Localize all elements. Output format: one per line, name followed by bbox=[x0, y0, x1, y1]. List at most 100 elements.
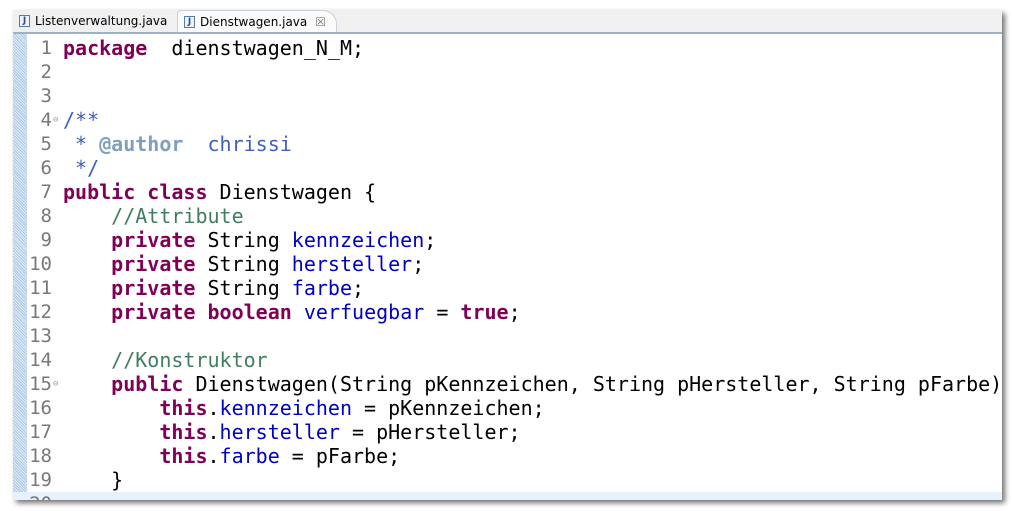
token-field: hersteller bbox=[291, 252, 413, 276]
code-line[interactable]: 5 * @author chrissi bbox=[13, 132, 1002, 156]
code-line[interactable]: 3 bbox=[13, 84, 1002, 108]
line-number: 11 bbox=[29, 277, 52, 299]
close-tab-icon[interactable]: ☒ bbox=[315, 15, 326, 29]
code-line[interactable]: 10 private String hersteller; bbox=[13, 252, 1002, 276]
editor-tab-bar: J Listenverwaltung.java J Dienstwagen.ja… bbox=[13, 10, 1002, 34]
tab-listenverwaltung[interactable]: J Listenverwaltung.java bbox=[13, 10, 173, 32]
token: = pFarbe; bbox=[279, 444, 401, 468]
code-text: */ bbox=[63, 156, 99, 180]
code-line[interactable]: 12 private boolean verfuegbar = true; bbox=[13, 300, 1002, 324]
token-field: kennzeichen bbox=[291, 228, 425, 252]
token-kw: private bbox=[111, 300, 196, 324]
line-number: 13 bbox=[29, 325, 52, 347]
token-kw: package bbox=[63, 36, 148, 60]
token-tag: @author bbox=[99, 132, 184, 156]
line-number: 15 bbox=[29, 373, 52, 395]
code-line[interactable]: 14 //Konstruktor bbox=[13, 348, 1002, 372]
line-number: 20 bbox=[27, 493, 52, 500]
token: ; bbox=[352, 276, 365, 300]
code-line[interactable]: 20 bbox=[13, 492, 1002, 500]
code-line[interactable]: 19 } bbox=[13, 468, 1002, 492]
code-text: this.hersteller = pHersteller; bbox=[63, 420, 521, 444]
token-field: kennzeichen bbox=[219, 396, 352, 420]
token-kw: public bbox=[111, 372, 184, 396]
token: . bbox=[207, 396, 220, 420]
code-text: } bbox=[63, 468, 123, 492]
code-line[interactable]: 2 bbox=[13, 60, 1002, 84]
line-number: 4 bbox=[40, 109, 52, 131]
fold-collapse-icon[interactable]: ⊖ bbox=[53, 379, 58, 389]
code-line[interactable]: 11 private String farbe; bbox=[13, 276, 1002, 300]
token: = pKennzeichen; bbox=[352, 396, 545, 420]
line-number: 12 bbox=[29, 301, 52, 323]
token: = pHersteller; bbox=[339, 420, 521, 444]
line-number: 8 bbox=[40, 205, 52, 227]
code-editor[interactable]: 1 package dienstwagen_N_M; 2 3 4 ⊖/** 5 * @aut… bbox=[13, 34, 1002, 500]
token: String bbox=[195, 276, 292, 300]
line-number: 10 bbox=[29, 253, 52, 275]
code-line[interactable]: 9 private String kennzeichen; bbox=[13, 228, 1002, 252]
token-cmt: //Attribute bbox=[111, 204, 244, 228]
token-kw: public bbox=[63, 180, 136, 204]
tab-label: Dienstwagen.java bbox=[200, 14, 308, 29]
code-line[interactable]: 13 bbox=[13, 324, 1002, 348]
token: . bbox=[207, 420, 220, 444]
token-kw: boolean bbox=[207, 300, 292, 324]
java-file-icon: J bbox=[19, 15, 30, 27]
editor-window: J Listenverwaltung.java J Dienstwagen.ja… bbox=[13, 10, 1002, 500]
code-line[interactable]: 4 ⊖ /** bbox=[13, 108, 1002, 132]
token-kw: private bbox=[111, 276, 196, 300]
token-kw: class bbox=[147, 180, 208, 204]
token: = bbox=[424, 300, 461, 324]
token-kw: this bbox=[159, 420, 208, 444]
tab-dienstwagen[interactable]: J Dienstwagen.java ☒ bbox=[177, 10, 337, 32]
token: . bbox=[207, 444, 220, 468]
token-doc: * bbox=[63, 132, 100, 156]
line-number: 18 bbox=[29, 445, 52, 467]
line-number: 19 bbox=[29, 469, 52, 491]
code-line[interactable]: 1 package dienstwagen_N_M; bbox=[13, 36, 1002, 60]
token-cmt: //Konstruktor bbox=[111, 348, 268, 372]
code-text: public class Dienstwagen { bbox=[63, 180, 376, 204]
line-number: 2 bbox=[40, 61, 52, 83]
code-line[interactable]: 15 ⊖ public Dienstwagen(String pKennzeich… bbox=[13, 372, 1002, 396]
token: ; bbox=[508, 300, 521, 324]
code-line[interactable]: 18 this.farbe = pFarbe; bbox=[13, 444, 1002, 468]
token: Dienstwagen { bbox=[207, 180, 377, 204]
line-number: 6 bbox=[40, 157, 52, 179]
code-line[interactable]: 17 this.hersteller = pHersteller; bbox=[13, 420, 1002, 444]
token-kw: this bbox=[159, 444, 208, 468]
token: ; bbox=[412, 252, 425, 276]
line-number: 7 bbox=[40, 181, 52, 203]
token-kw: private bbox=[111, 228, 196, 252]
code-line[interactable]: 6 */ bbox=[13, 156, 1002, 180]
fold-collapse-icon[interactable]: ⊖ bbox=[53, 115, 58, 125]
line-number: 14 bbox=[29, 349, 52, 371]
token-doc: */ bbox=[63, 156, 100, 180]
code-text: private String kennzeichen; bbox=[63, 228, 436, 252]
token: ; bbox=[424, 228, 437, 252]
code-text: public Dienstwagen(String pKennzeichen, … bbox=[63, 372, 1002, 396]
code-text: private String farbe; bbox=[63, 276, 364, 300]
code-line[interactable]: 8 //Attribute bbox=[13, 204, 1002, 228]
token-doc: chrissi bbox=[183, 132, 292, 156]
code-line[interactable]: 7 public class Dienstwagen { bbox=[13, 180, 1002, 204]
token-field: verfuegbar bbox=[303, 300, 425, 324]
code-line[interactable]: 16 this.kennzeichen = pKennzeichen; bbox=[13, 396, 1002, 420]
token-field: farbe bbox=[291, 276, 353, 300]
token-kw: this bbox=[159, 396, 208, 420]
token-doc: /** bbox=[63, 108, 100, 132]
code-text: private boolean verfuegbar = true; bbox=[63, 300, 521, 324]
code-text: //Konstruktor bbox=[63, 348, 268, 372]
